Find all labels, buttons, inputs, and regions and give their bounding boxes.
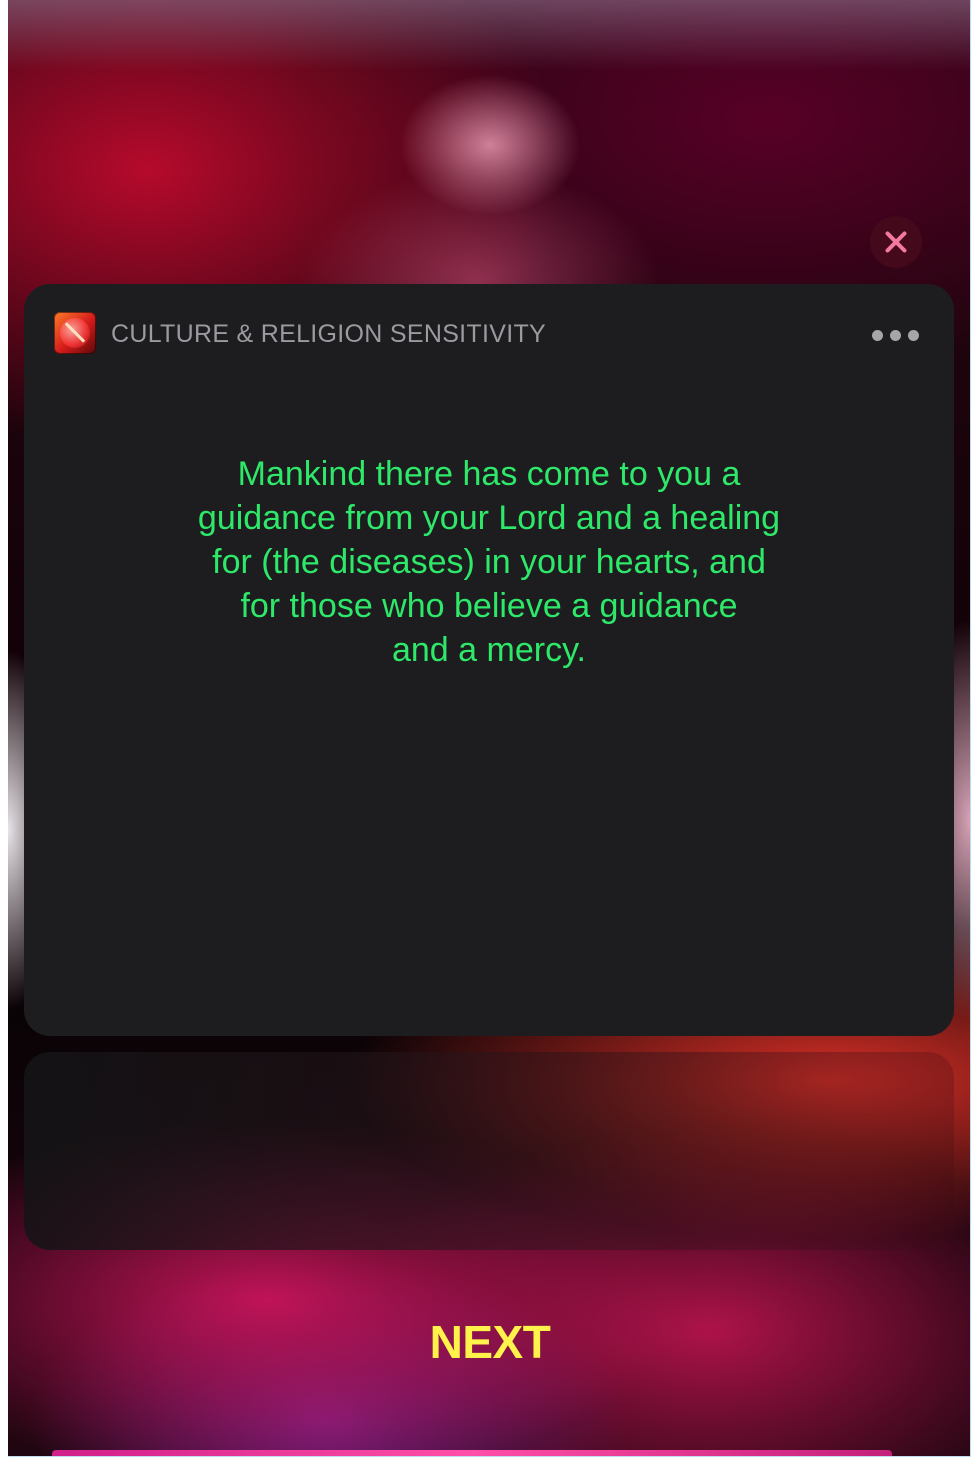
- message-card: CULTURE & RELIGION SENSITIVITY Mankind t…: [24, 284, 954, 1036]
- message-line: guidance from your Lord and a healing: [197, 499, 781, 537]
- secondary-panel: [24, 1052, 954, 1250]
- app-icon: [54, 312, 96, 354]
- message-line: Mankind there has come to you a: [237, 455, 741, 493]
- message-line: and a mercy.: [391, 631, 586, 669]
- background-fade: [8, 0, 970, 70]
- close-icon[interactable]: [870, 216, 922, 268]
- screen: CULTURE & RELIGION SENSITIVITY Mankind t…: [8, 0, 971, 1457]
- bottom-bar: [52, 1450, 892, 1456]
- next-button[interactable]: NEXT: [390, 1310, 590, 1374]
- message-text: Mankind there has come to you a guidance…: [174, 452, 804, 672]
- app-title: CULTURE & RELIGION SENSITIVITY: [111, 320, 547, 348]
- ellipsis-icon[interactable]: [864, 324, 924, 346]
- message-line: for those who believe a guidance: [240, 587, 738, 625]
- message-line: for (the diseases) in your hearts, and: [212, 543, 766, 581]
